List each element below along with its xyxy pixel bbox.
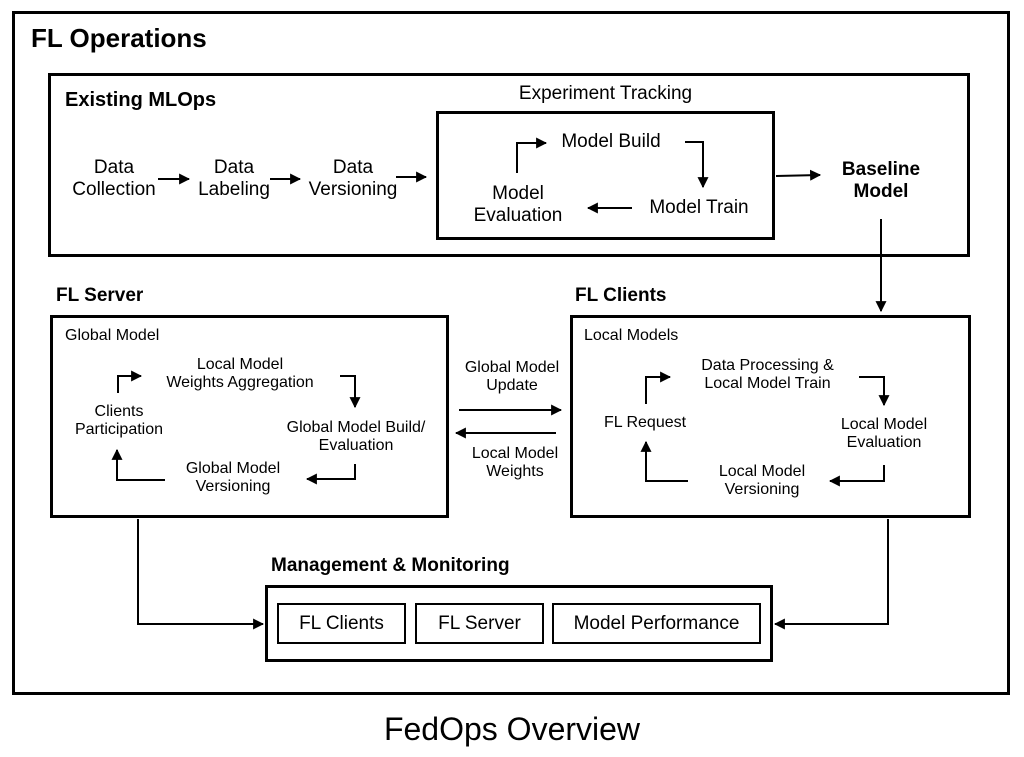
fl-clients-label: FL Clients bbox=[575, 285, 667, 306]
step-data-collection: Data Collection bbox=[72, 157, 156, 200]
model-train: Model Train bbox=[649, 197, 749, 218]
figure-caption: FedOps Overview bbox=[383, 711, 641, 747]
global-model-versioning: Global Model Versioning bbox=[185, 460, 281, 496]
diagram-title: FL Operations bbox=[31, 23, 207, 53]
monitor-fl-server: FL Server bbox=[415, 603, 544, 644]
fl-server-label: FL Server bbox=[56, 285, 144, 306]
step-data-versioning: Data Versioning bbox=[308, 157, 398, 200]
model-evaluation: Model Evaluation bbox=[473, 183, 563, 226]
local-model-evaluation: Local Model Evaluation bbox=[840, 416, 928, 452]
experiment-tracking-label: Experiment Tracking bbox=[518, 83, 693, 104]
existing-mlops-label: Existing MLOps bbox=[65, 89, 217, 111]
clients-participation: Clients Participation bbox=[74, 403, 164, 439]
monitor-model-performance: Model Performance bbox=[552, 603, 761, 644]
fl-request: FL Request bbox=[603, 414, 687, 431]
data-processing-local-train: Data Processing & Local Model Train bbox=[701, 357, 834, 393]
global-model-build-evaluation: Global Model Build/ Evaluation bbox=[286, 419, 426, 455]
weights-aggregation: Local Model Weights Aggregation bbox=[166, 356, 314, 392]
model-build: Model Build bbox=[561, 131, 661, 152]
step-data-labeling: Data Labeling bbox=[198, 157, 270, 200]
local-model-versioning: Local Model Versioning bbox=[718, 463, 806, 499]
local-model-weights-label: Local Model Weights bbox=[471, 445, 559, 481]
management-monitoring-label: Management & Monitoring bbox=[271, 555, 510, 576]
local-models-label: Local Models bbox=[584, 327, 679, 344]
monitor-fl-clients: FL Clients bbox=[277, 603, 406, 644]
global-model-label: Global Model bbox=[65, 327, 160, 344]
baseline-model: Baseline Model bbox=[841, 159, 921, 202]
global-model-update-label: Global Model Update bbox=[464, 359, 560, 395]
